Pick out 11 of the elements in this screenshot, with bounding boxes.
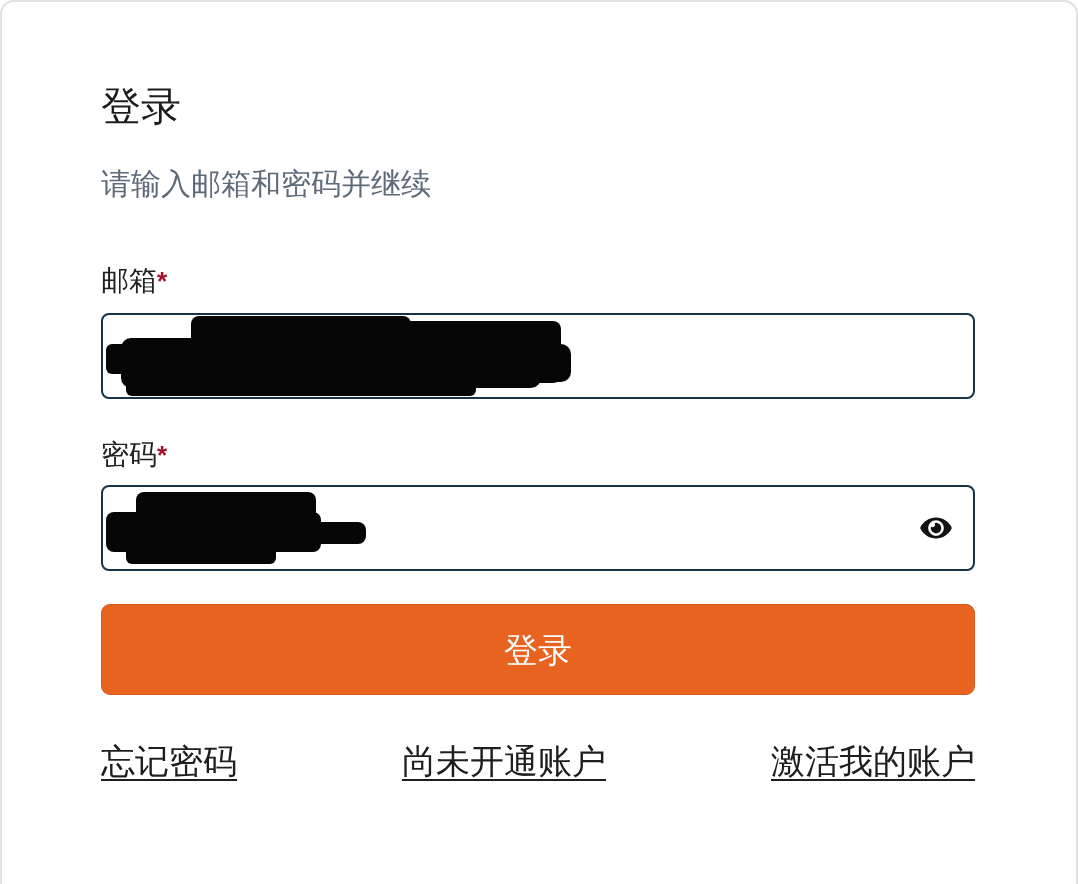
email-field[interactable] [101,313,975,399]
account-link[interactable]: 尚未开通账户 [402,739,606,783]
account-link[interactable]: 激活我的账户 [771,739,975,783]
field-label: 密码 [101,438,157,472]
password-field[interactable] [101,485,975,571]
login-title: 登录 [101,83,181,130]
field-label: 邮箱 [101,264,157,298]
required-asterisk: * [157,439,168,472]
login-subtitle: 请输入邮箱和密码并继续 [101,166,431,202]
required-asterisk: * [157,265,168,298]
account-link[interactable]: 忘记密码 [101,739,237,783]
